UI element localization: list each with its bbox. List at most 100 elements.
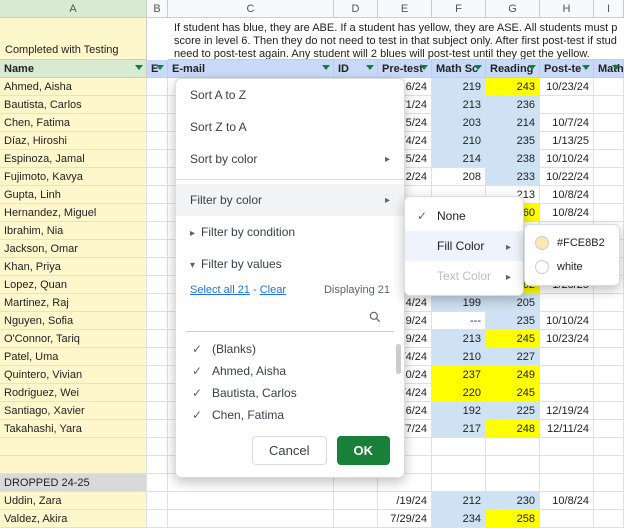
cell-reading[interactable] — [486, 456, 540, 473]
cell[interactable] — [147, 474, 168, 491]
cell[interactable] — [334, 492, 378, 509]
cell-posttest[interactable] — [540, 366, 594, 383]
cell-posttest[interactable] — [540, 384, 594, 401]
header-math-sc[interactable]: Math Sc — [432, 60, 486, 77]
cell-reading[interactable]: 245 — [486, 384, 540, 401]
cell[interactable] — [147, 510, 168, 527]
cell-math[interactable]: 219 — [432, 78, 486, 95]
cell-reading[interactable] — [486, 474, 540, 491]
cell-math[interactable]: 220 — [432, 384, 486, 401]
filter-by-values[interactable]: Filter by values — [176, 248, 404, 280]
cell-pretest[interactable]: /19/24 — [378, 492, 432, 509]
cell[interactable] — [594, 186, 624, 203]
col-header-a[interactable]: A — [0, 0, 147, 17]
col-header-g[interactable]: G — [486, 0, 540, 17]
cell-reading[interactable]: 205 — [486, 294, 540, 311]
cell[interactable] — [147, 438, 168, 455]
cell[interactable] — [594, 132, 624, 149]
cell-math[interactable] — [432, 438, 486, 455]
cell[interactable] — [594, 78, 624, 95]
filter-value-item[interactable]: ✓Bautista, Carlos — [190, 382, 390, 404]
cell-reading[interactable]: 249 — [486, 366, 540, 383]
cell-reading[interactable]: 243 — [486, 78, 540, 95]
filter-search-input[interactable] — [188, 311, 368, 327]
cell-name[interactable]: Santiago, Xavier — [0, 402, 147, 419]
cell-name[interactable]: Fujimoto, Kavya — [0, 168, 147, 185]
cell[interactable] — [334, 510, 378, 527]
instructions-note[interactable]: If student has blue, they are ABE. If a … — [168, 18, 624, 60]
cell-math[interactable]: 199 — [432, 294, 486, 311]
sort-az[interactable]: Sort A to Z — [176, 79, 404, 111]
cell-posttest[interactable]: 10/8/24 — [540, 186, 594, 203]
cell[interactable] — [147, 384, 168, 401]
cell-math[interactable]: --- — [432, 312, 486, 329]
fill-color-option-1[interactable]: #FCE8B2 — [525, 231, 619, 255]
cell-name[interactable]: Uddin, Zara — [0, 492, 147, 509]
cell[interactable] — [594, 294, 624, 311]
cell[interactable] — [594, 312, 624, 329]
cell[interactable] — [594, 204, 624, 221]
filter-by-condition[interactable]: Filter by condition — [176, 216, 404, 248]
filter-fill-color[interactable]: Fill Color — [405, 231, 523, 261]
cell-posttest[interactable]: 10/22/24 — [540, 168, 594, 185]
cell-name[interactable]: Ahmed, Aisha — [0, 78, 147, 95]
col-header-d[interactable]: D — [334, 0, 378, 17]
sort-za[interactable]: Sort Z to A — [176, 111, 404, 143]
cell-reading[interactable]: 233 — [486, 168, 540, 185]
cell[interactable] — [594, 384, 624, 401]
cell[interactable] — [147, 312, 168, 329]
cell-posttest[interactable]: 12/19/24 — [540, 402, 594, 419]
cell[interactable] — [594, 402, 624, 419]
cell-math[interactable]: 214 — [432, 150, 486, 167]
cell-name[interactable]: Rodriguez, Wei — [0, 384, 147, 401]
cell[interactable] — [594, 150, 624, 167]
fill-color-option-2[interactable]: white — [525, 255, 619, 279]
cell-posttest[interactable] — [540, 438, 594, 455]
cell-posttest[interactable]: 10/10/24 — [540, 150, 594, 167]
cancel-button[interactable]: Cancel — [252, 436, 326, 465]
cell[interactable] — [147, 420, 168, 437]
cell-math[interactable]: 203 — [432, 114, 486, 131]
cell[interactable] — [147, 168, 168, 185]
cell-math[interactable]: 213 — [432, 330, 486, 347]
cell-pretest[interactable]: 7/29/24 — [378, 510, 432, 527]
cell[interactable] — [168, 492, 334, 509]
cell[interactable] — [147, 78, 168, 95]
cell-math[interactable]: 217 — [432, 420, 486, 437]
cell-name[interactable]: Chen, Fatima — [0, 114, 147, 131]
cell[interactable] — [147, 294, 168, 311]
col-header-b[interactable]: B — [147, 0, 168, 17]
header-pretest[interactable]: Pre-test — [378, 60, 432, 77]
cell-name[interactable]: Valdez, Akira — [0, 510, 147, 527]
cell-math[interactable]: 212 — [432, 492, 486, 509]
cell[interactable] — [168, 510, 334, 527]
cell[interactable] — [147, 132, 168, 149]
cell-math[interactable]: 208 — [432, 168, 486, 185]
cell-name[interactable]: Quintero, Vivian — [0, 366, 147, 383]
cell[interactable] — [594, 348, 624, 365]
cell-name[interactable]: Díaz, Hiroshi — [0, 132, 147, 149]
cell-name[interactable] — [0, 456, 147, 473]
ok-button[interactable]: OK — [337, 436, 391, 465]
cell[interactable] — [594, 510, 624, 527]
header-email[interactable]: E-mail — [168, 60, 334, 77]
cell-reading[interactable]: 245 — [486, 330, 540, 347]
cell[interactable] — [147, 366, 168, 383]
cell-posttest[interactable] — [540, 474, 594, 491]
col-header-h[interactable]: H — [540, 0, 594, 17]
select-all-link[interactable]: Select all 21 — [190, 284, 250, 296]
cell[interactable] — [594, 366, 624, 383]
col-header-i[interactable]: I — [594, 0, 624, 17]
cell-name[interactable]: Takahashi, Yara — [0, 420, 147, 437]
cell-posttest[interactable]: 10/7/24 — [540, 114, 594, 131]
filter-text-color[interactable]: Text Color — [405, 261, 523, 291]
clear-link[interactable]: Clear — [260, 284, 286, 296]
cell-name[interactable]: Jackson, Omar — [0, 240, 147, 257]
filter-color-none[interactable]: ✓None — [405, 201, 523, 231]
cell-reading[interactable]: 225 — [486, 402, 540, 419]
cell[interactable] — [147, 150, 168, 167]
cell[interactable] — [147, 276, 168, 293]
cell-reading[interactable]: 248 — [486, 420, 540, 437]
cell-name[interactable]: Hernandez, Miguel — [0, 204, 147, 221]
header-reading[interactable]: Reading — [486, 60, 540, 77]
